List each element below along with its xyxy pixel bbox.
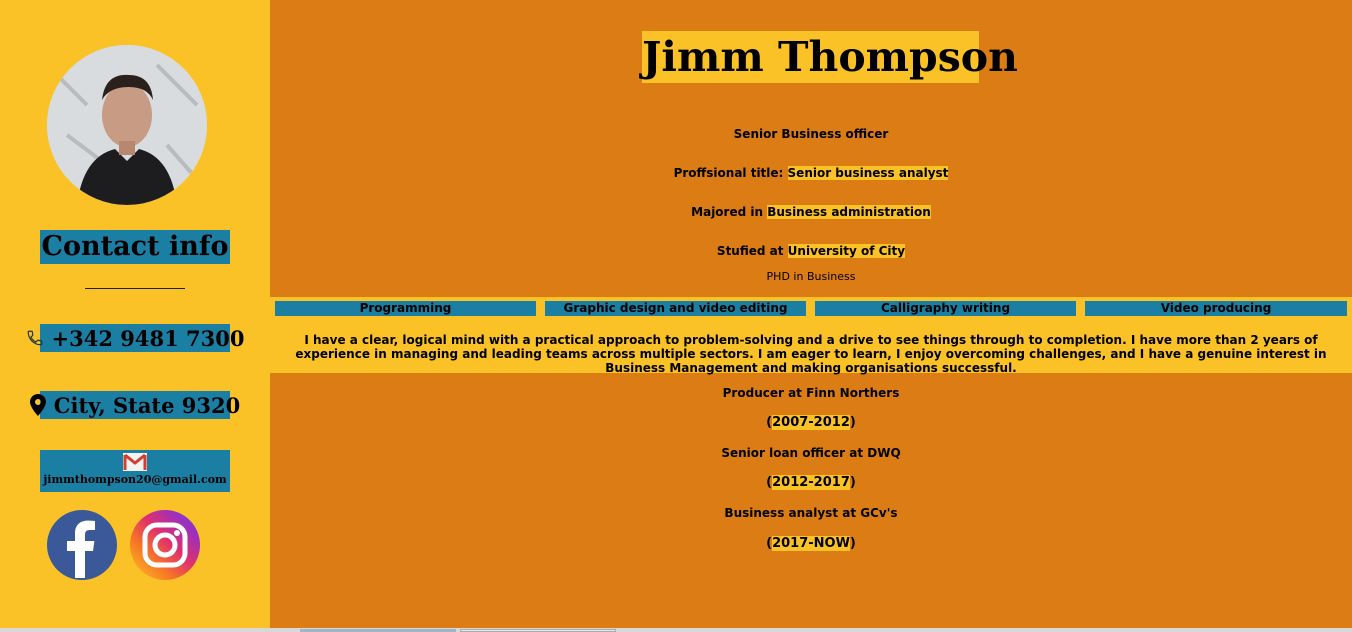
facebook-icon[interactable]	[47, 510, 117, 580]
contact-info-heading: Contact info	[40, 230, 230, 264]
sidebar: Contact info +342 9481 7300 City, State …	[0, 0, 270, 628]
professional-title: Proffsional title: Senior business analy…	[270, 166, 1352, 180]
experience-years: (2017-NOW)	[766, 536, 856, 551]
studied-value: University of City	[787, 244, 906, 258]
location-box: City, State 9320	[29, 391, 240, 419]
skills-section: Programming Graphic design and video edi…	[270, 297, 1352, 375]
divider	[85, 288, 185, 289]
skill-video-producing: Video producing	[1085, 301, 1347, 316]
horizontal-scrollbar[interactable]	[0, 628, 1352, 632]
phone-icon	[26, 329, 44, 347]
instagram-icon[interactable]	[130, 510, 200, 580]
experience-role: Senior loan officer at DWQ	[721, 446, 901, 460]
phone-number: +342 9481 7300	[51, 325, 245, 351]
about-text: I have a clear, logical mind with a prac…	[295, 333, 1327, 375]
studied-at: Stufied at University of City	[270, 244, 1352, 258]
studied-label: Stufied at	[716, 244, 784, 258]
experience-years: (2007-2012)	[766, 415, 856, 430]
phone-box[interactable]: +342 9481 7300	[27, 324, 244, 352]
mail-icon	[123, 453, 147, 471]
profile-photo	[47, 45, 207, 205]
location-text: City, State 9320	[53, 392, 241, 418]
headline: Senior Business officer	[733, 127, 889, 141]
degree: PHD in Business	[766, 270, 856, 283]
experience-years-value: 2007-2012	[772, 415, 850, 430]
experience-years: (2012-2017)	[766, 475, 856, 490]
location-pin-icon	[29, 394, 46, 416]
professional-title-label: Proffsional title:	[673, 166, 784, 180]
email-box[interactable]: jimmthompson20@gmail.com	[40, 450, 230, 492]
major-label: Majored in	[691, 205, 764, 219]
skill-calligraphy: Calligraphy writing	[815, 301, 1076, 316]
main-content: Jimm Thompson Senior Business officer Pr…	[270, 0, 1352, 628]
major: Majored in Business administration	[270, 205, 1352, 219]
profile-name: Jimm Thompson	[642, 31, 1018, 83]
experience-years-value: 2012-2017	[772, 475, 850, 490]
experience-role: Producer at Finn Northers	[722, 386, 900, 400]
email-address[interactable]: jimmthompson20@gmail.com	[40, 473, 230, 486]
skill-graphic-design: Graphic design and video editing	[545, 301, 806, 316]
experience-role: Business analyst at GCv's	[724, 506, 898, 520]
major-value: Business administration	[767, 205, 931, 219]
experience-years-value: 2017-NOW	[772, 536, 850, 551]
skill-programming: Programming	[275, 301, 536, 316]
professional-title-value: Senior business analyst	[787, 166, 949, 180]
